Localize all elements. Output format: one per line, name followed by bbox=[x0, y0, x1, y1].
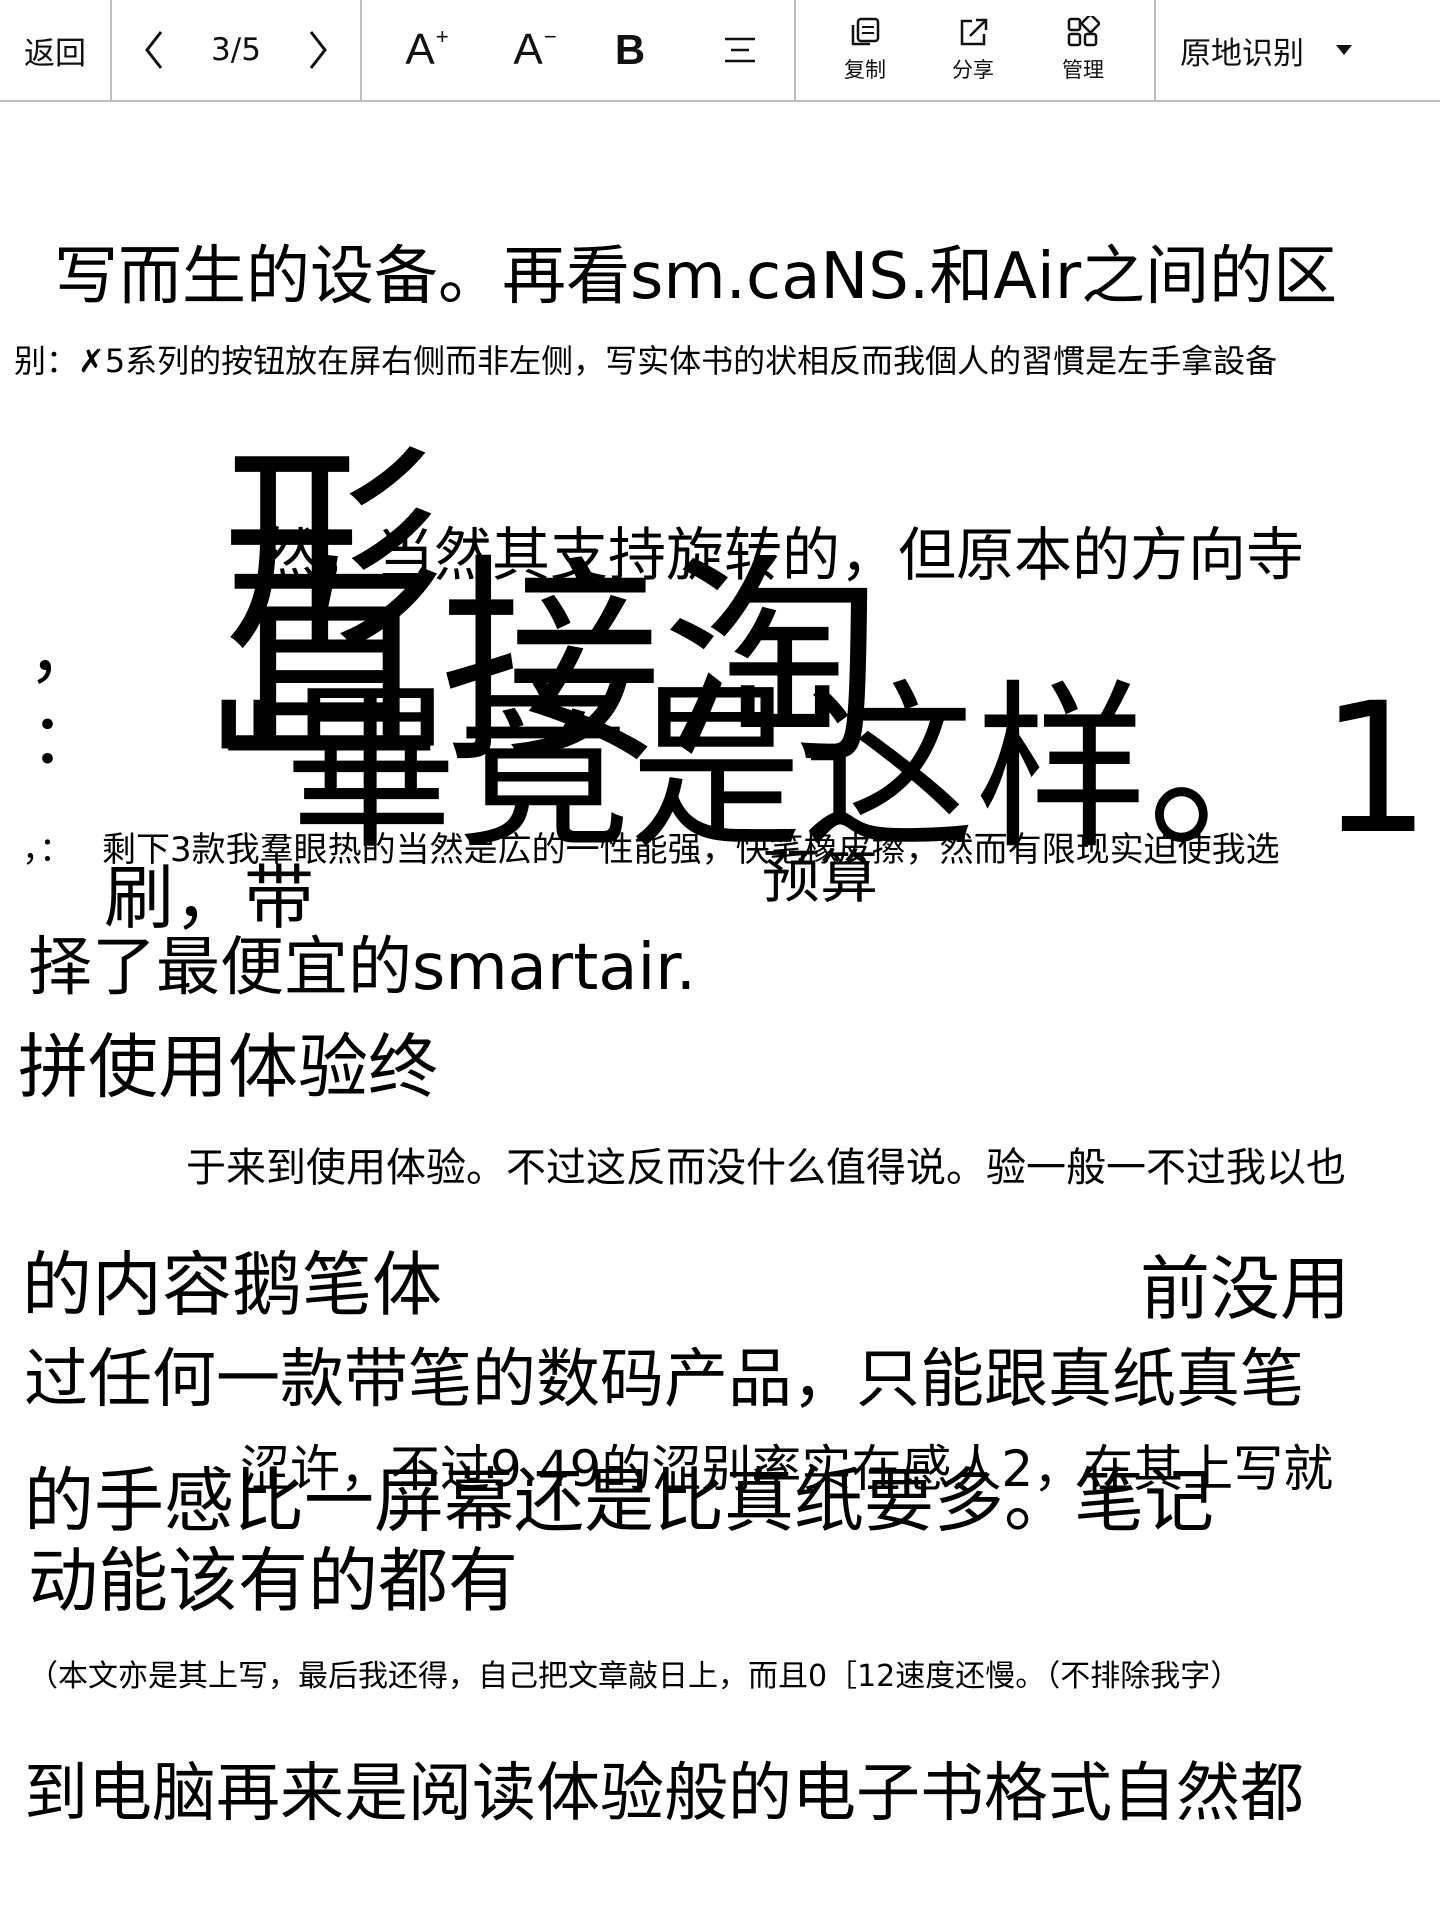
text-line: 择了最便宜的smartair. bbox=[28, 931, 697, 1005]
text-line: 别：✗5系列的按钮放在屏右侧而非左侧，写实体书的状相反而我個人的習慣是左手拿設备 bbox=[14, 342, 1278, 380]
text-line: ： bbox=[30, 698, 100, 780]
back-button[interactable]: 返回 bbox=[0, 0, 110, 100]
share-button[interactable]: 分享 bbox=[930, 0, 1016, 100]
text-line: 前没用 bbox=[1140, 1248, 1350, 1330]
text-line: 动能该有的都有 bbox=[28, 1540, 518, 1622]
text-line: （本文亦是其上写，最后我还得，自己把文章敲日上，而且0［12速度还慢。（不排除我… bbox=[28, 1659, 1241, 1694]
reader-toolbar: 返回 3/5 A + A − B 复制 分享 管理 原地识别 bbox=[0, 0, 1440, 102]
toolbar-divider bbox=[360, 0, 362, 100]
bold-button[interactable]: B bbox=[590, 0, 670, 100]
text-line: ，： bbox=[22, 830, 73, 870]
font-increase-button[interactable]: A + bbox=[380, 0, 460, 100]
recognize-mode-dropdown[interactable]: 原地识别 bbox=[1180, 0, 1416, 100]
recognized-text-area: 写而生的设备。再看sm.caNS.和Air之间的区 别：✗5系列的按钮放在屏右侧… bbox=[0, 102, 1440, 1920]
manage-button[interactable]: 管理 bbox=[1040, 0, 1126, 100]
text-line: 刷，带 bbox=[104, 857, 314, 939]
dropdown-triangle-icon bbox=[1336, 45, 1352, 55]
text-line: 拼使用体验终 bbox=[18, 1026, 438, 1108]
text-line: 到电脑再来是阅读体验般的电子书格式自然都 bbox=[24, 1757, 1304, 1831]
toolbar-divider bbox=[794, 0, 796, 100]
share-icon bbox=[960, 18, 988, 46]
grid-apps-icon bbox=[1067, 16, 1100, 47]
text-line: 的内容鹅笔体 bbox=[22, 1244, 442, 1326]
bold-icon: B bbox=[614, 26, 646, 73]
text-line: 预算 bbox=[762, 843, 879, 911]
font-decrease-button[interactable]: A − bbox=[488, 0, 568, 100]
toolbar-divider bbox=[110, 0, 112, 100]
text-line: ， bbox=[28, 611, 98, 693]
text-line: 于来到使用体验。不过这反而没什么值得说。验一般一不过我以也 bbox=[186, 1145, 1346, 1191]
copy-icon bbox=[851, 17, 880, 46]
text-line: 的手感比一屏幕还是比真纸要多。笔记 bbox=[24, 1460, 1214, 1542]
font-decrease-icon: A − bbox=[513, 24, 557, 74]
align-center-icon bbox=[725, 37, 755, 63]
font-increase-icon: A + bbox=[405, 24, 449, 74]
copy-button[interactable]: 复制 bbox=[822, 0, 908, 100]
chevron-left-icon bbox=[145, 31, 163, 69]
prev-page-button[interactable] bbox=[124, 0, 184, 100]
next-page-button[interactable] bbox=[288, 0, 348, 100]
align-button[interactable] bbox=[700, 0, 780, 100]
text-line: 写而生的设备。再看sm.caNS.和Air之间的区 bbox=[54, 240, 1338, 314]
chevron-right-icon bbox=[309, 31, 327, 69]
page-indicator: 3/5 bbox=[211, 32, 261, 68]
text-line: 过任何一款带笔的数码产品，只能跟真纸真笔 bbox=[24, 1343, 1304, 1417]
toolbar-divider bbox=[1154, 0, 1156, 100]
